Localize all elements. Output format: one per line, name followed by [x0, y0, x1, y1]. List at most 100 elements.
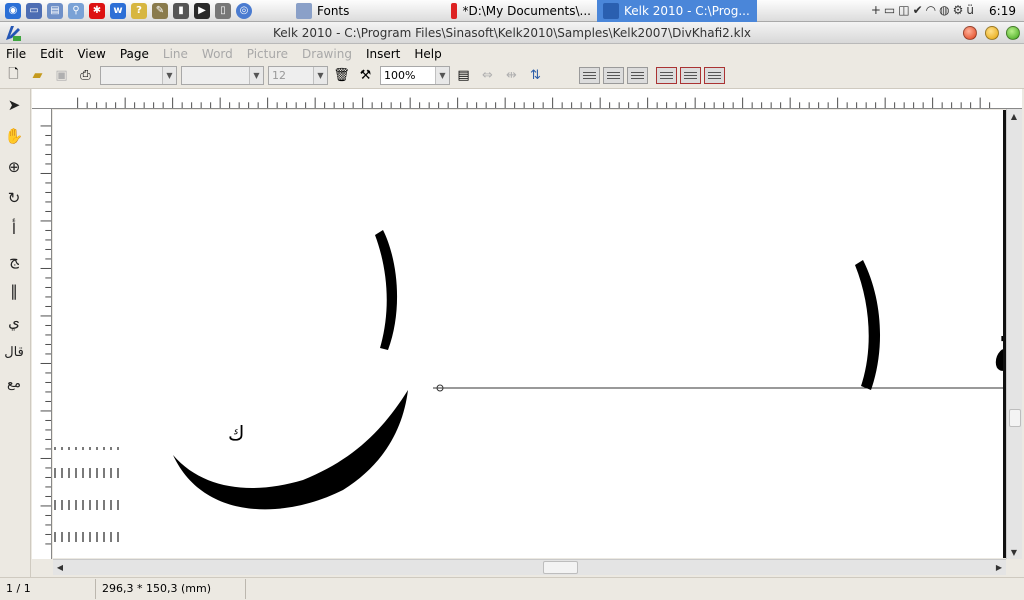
- delete-icon[interactable]: 🗑: [331, 65, 352, 86]
- stretch-icon[interactable]: ⇔: [477, 65, 498, 86]
- scroll-up-icon[interactable]: ▲: [1007, 109, 1021, 123]
- apple-menu-icon[interactable]: ◉: [5, 2, 21, 19]
- kashida-samples: [54, 447, 119, 542]
- alif-stroke: [375, 230, 398, 350]
- media-icon[interactable]: ▶: [194, 2, 210, 19]
- wifi-icon[interactable]: ◠: [926, 3, 936, 17]
- menu-page[interactable]: Page: [114, 47, 157, 61]
- calligraphy-canvas[interactable]: جميع الحقوق محفوظة لشركة كلك السعودية ك: [53, 110, 1003, 558]
- ligature-tool-icon[interactable]: ﺞ: [0, 244, 28, 275]
- word-icon[interactable]: w: [110, 2, 126, 19]
- window-title: Kelk 2010 - C:\Program Files\Sinasoft\Ke…: [272, 26, 752, 40]
- diacritic-tool-icon[interactable]: ي: [0, 306, 28, 337]
- page-counter: 1 / 1: [0, 579, 96, 599]
- menu-picture[interactable]: Picture: [241, 47, 296, 61]
- tools-icon[interactable]: ⚒: [355, 65, 376, 86]
- network-icon[interactable]: ◫: [898, 3, 909, 17]
- scroll-down-icon[interactable]: ▼: [1007, 545, 1021, 559]
- justify-center-button[interactable]: [680, 67, 701, 84]
- search-icon[interactable]: ⚲: [68, 2, 84, 19]
- horizontal-scrollbar[interactable]: ◀ ▶: [53, 559, 1006, 575]
- chevron-down-icon: ▼: [249, 67, 263, 84]
- text-tool-icon[interactable]: مع: [0, 368, 28, 399]
- word-tool-icon[interactable]: قال: [0, 337, 28, 368]
- menu-insert[interactable]: Insert: [360, 47, 408, 61]
- shrink-icon[interactable]: ⇹: [501, 65, 522, 86]
- window-titlebar: Kelk 2010 - C:\Program Files\Sinasoft\Ke…: [0, 22, 1024, 44]
- settings-icon[interactable]: ⚙: [953, 3, 964, 17]
- task-kelk[interactable]: Kelk 2010 - C:\Prog...: [597, 0, 757, 22]
- power-icon[interactable]: ◍: [939, 3, 949, 17]
- menu-file[interactable]: File: [0, 47, 34, 61]
- font-size-select[interactable]: 12 ▼: [268, 66, 328, 85]
- kashida-icon[interactable]: ⇅: [525, 65, 546, 86]
- menu-line[interactable]: Line: [157, 47, 196, 61]
- minimize-button[interactable]: [985, 26, 999, 40]
- system-tray: + ▭ ◫ ✔ ◠ ◍ ⚙ ü: [871, 3, 974, 17]
- diacritic-mark: ك: [228, 421, 244, 445]
- font-name-select[interactable]: ▼: [100, 66, 177, 85]
- calligraphy-text: جميع الحقوق محفوظة لشركة كلك السعودية: [993, 307, 1003, 389]
- clock: 6:19: [989, 4, 1016, 18]
- horizontal-ruler: [32, 89, 1022, 109]
- scroll-left-icon[interactable]: ◀: [53, 560, 67, 574]
- open-folder-icon[interactable]: ▰: [27, 65, 48, 86]
- paint-icon[interactable]: ✱: [89, 2, 105, 19]
- top-panel: ◉ ▭ ▤ ⚲ ✱ w ? ✎ ▮ ▶ ▯ ◎ Fonts *D:\My Doc…: [0, 0, 1024, 22]
- pointer-tool-icon[interactable]: ➤: [0, 89, 28, 120]
- menubar: File Edit View Page Line Word Picture Dr…: [0, 44, 1024, 63]
- disconnect-icon[interactable]: ✔: [913, 3, 923, 17]
- book-icon[interactable]: ▮: [173, 2, 189, 19]
- hand-tool-icon[interactable]: ✋: [0, 120, 28, 151]
- save-icon[interactable]: ▣: [51, 65, 72, 86]
- calligraphy-artwork: جميع الحقوق محفوظة لشركة كلك السعودية ك: [54, 230, 1003, 542]
- user-icon[interactable]: ü: [966, 3, 974, 17]
- chevron-down-icon: ▼: [162, 67, 176, 84]
- menu-help[interactable]: Help: [408, 47, 449, 61]
- justify-full-button[interactable]: [704, 67, 725, 84]
- notes-icon[interactable]: ✎: [152, 2, 168, 19]
- zoom-select[interactable]: 100% ▼: [380, 66, 450, 85]
- page-size: 296,3 * 150,3 (mm): [96, 579, 246, 599]
- maximize-button[interactable]: [1006, 26, 1020, 40]
- add-icon[interactable]: +: [871, 3, 881, 17]
- vertical-scroll-thumb[interactable]: [1009, 409, 1021, 427]
- kelk-icon: [603, 2, 619, 19]
- align-right-button[interactable]: [579, 67, 600, 84]
- show-desktop-icon[interactable]: ▭: [26, 2, 42, 19]
- align-left-button[interactable]: [627, 67, 648, 84]
- align-center-button[interactable]: [603, 67, 624, 84]
- kashida-tool-icon[interactable]: ‖: [0, 275, 28, 306]
- justify-button[interactable]: [656, 67, 677, 84]
- menu-drawing[interactable]: Drawing: [296, 47, 360, 61]
- menu-view[interactable]: View: [71, 47, 113, 61]
- task-fonts[interactable]: Fonts: [290, 0, 445, 22]
- help-icon[interactable]: ?: [131, 2, 147, 19]
- letter-tool-icon[interactable]: ﺃ: [0, 213, 28, 244]
- font-style-select[interactable]: ▼: [181, 66, 264, 85]
- vertical-scrollbar[interactable]: ▲ ▼: [1006, 109, 1022, 559]
- folder-icon: [296, 2, 312, 19]
- usb-icon[interactable]: ▯: [215, 2, 231, 19]
- zoom-tool-icon[interactable]: ⊕: [0, 151, 28, 182]
- close-button[interactable]: [963, 26, 977, 40]
- vertical-ruler: [32, 109, 52, 559]
- print-icon[interactable]: ⎙: [75, 65, 96, 86]
- chevron-down-icon: ▼: [313, 67, 327, 84]
- rotate-tool-icon[interactable]: ↻: [0, 182, 28, 213]
- task-documents[interactable]: *D:\My Documents\...: [445, 0, 597, 22]
- menu-word[interactable]: Word: [196, 47, 241, 61]
- status-bar: 1 / 1 296,3 * 150,3 (mm): [0, 577, 1024, 600]
- file-manager-icon[interactable]: ▤: [47, 2, 63, 19]
- page-setup-icon[interactable]: ▤: [453, 65, 474, 86]
- tool-palette: ➤ ✋ ⊕ ↻ ﺃ ﺞ ‖ ي قال مع: [0, 89, 31, 577]
- kaf-stroke: [173, 390, 408, 510]
- menu-edit[interactable]: Edit: [34, 47, 71, 61]
- browser-icon[interactable]: ◎: [236, 2, 252, 19]
- battery-icon[interactable]: ▭: [884, 3, 895, 17]
- new-file-icon[interactable]: 🗋: [3, 65, 24, 86]
- chevron-down-icon: ▼: [435, 67, 449, 84]
- scroll-right-icon[interactable]: ▶: [992, 560, 1006, 574]
- horizontal-scroll-thumb[interactable]: [543, 561, 578, 574]
- jim-stroke: [855, 260, 881, 390]
